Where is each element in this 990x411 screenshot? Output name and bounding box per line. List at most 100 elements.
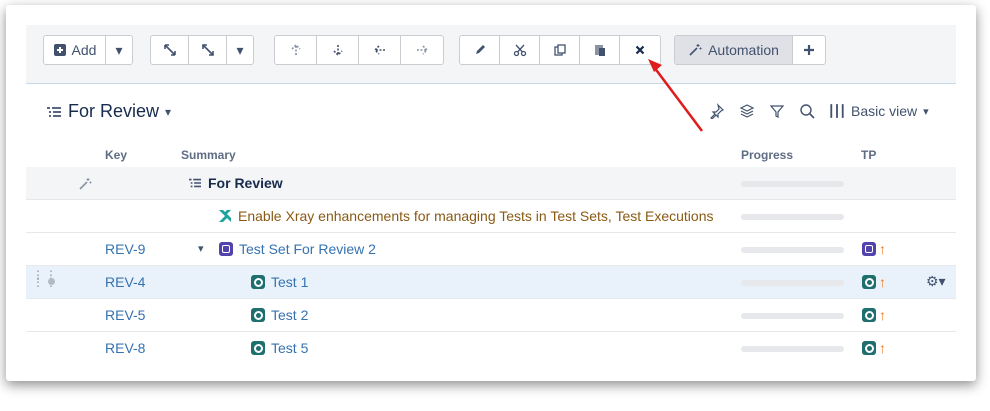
- caret-down-icon: ▾: [236, 41, 244, 58]
- row-summary: Test 1: [251, 274, 308, 290]
- progress-bar: [741, 280, 844, 286]
- plus-icon: [804, 45, 814, 55]
- expand-icon: [163, 44, 176, 56]
- paste-button[interactable]: [580, 36, 620, 64]
- progress-bar: [741, 313, 844, 319]
- tp-cell: ↑: [862, 340, 886, 356]
- view-title-dropdown[interactable]: For Review ▾: [46, 101, 171, 122]
- column-header-progress[interactable]: Progress: [741, 148, 793, 162]
- row-summary-link[interactable]: Test Set For Review 2: [239, 241, 376, 257]
- add-automation-button[interactable]: [793, 36, 825, 64]
- progress-bar: [741, 214, 844, 220]
- progress-bar: [741, 181, 844, 187]
- test-icon: [251, 308, 265, 322]
- table-row-selected[interactable]: ⋮⋮ ⋮⋮ REV-4 Test 1 ↑ ⚙▾: [26, 266, 956, 299]
- plus-square-icon: [53, 44, 66, 56]
- test-set-icon: [219, 242, 233, 256]
- add-label: Add: [71, 42, 97, 58]
- move-down-button[interactable]: [317, 36, 359, 64]
- edit-button[interactable]: [460, 36, 500, 64]
- test-set-icon: [862, 242, 876, 256]
- structure-icon: [47, 106, 61, 117]
- column-header-summary[interactable]: Summary: [181, 148, 236, 162]
- tp-cell: ↑: [862, 241, 886, 257]
- view-mode-label: Basic view: [851, 103, 918, 119]
- priority-arrow-up-icon: ↑: [879, 340, 886, 356]
- columns-icon: [830, 104, 844, 118]
- copy-icon: [553, 44, 566, 56]
- move-up-button[interactable]: [275, 36, 317, 64]
- table-row[interactable]: REV-5 Test 2 ↑: [26, 299, 956, 332]
- magic-wand-icon: [79, 178, 92, 190]
- row-summary: Test 2: [251, 307, 308, 323]
- row-key-link[interactable]: REV-8: [105, 340, 145, 356]
- test-icon: [862, 341, 876, 355]
- table-row[interactable]: Enable Xray enhancements for managing Te…: [26, 200, 956, 233]
- expand-dropdown-button[interactable]: ▾: [227, 36, 253, 64]
- xray-icon: [219, 210, 231, 222]
- row-summary-link[interactable]: Enable Xray enhancements for managing Te…: [238, 208, 714, 224]
- move-left-button[interactable]: [359, 36, 401, 64]
- row-summary-link[interactable]: Test 1: [271, 274, 308, 290]
- layers-icon[interactable]: [739, 103, 755, 119]
- row-summary: Test Set For Review 2: [219, 241, 376, 257]
- edit-group: [459, 35, 661, 65]
- arrow-up-icon: [290, 43, 301, 55]
- test-icon: [862, 308, 876, 322]
- automation-label: Automation: [708, 42, 779, 58]
- row-key-link[interactable]: REV-4: [105, 274, 145, 290]
- view-tools: Basic view ▾: [709, 103, 929, 119]
- test-icon: [251, 341, 265, 355]
- move-right-button[interactable]: [401, 36, 443, 64]
- test-icon: [251, 275, 265, 289]
- structure-panel: Add ▾ ▾ Automation For Review ▾ Basic vi…: [6, 5, 976, 381]
- arrow-down-icon: [332, 45, 343, 57]
- structure-icon: [189, 178, 201, 188]
- collapse-icon: [201, 44, 214, 56]
- expand-button[interactable]: [151, 36, 189, 64]
- move-group: [274, 35, 444, 65]
- table-row[interactable]: REV-8 Test 5 ↑: [26, 332, 956, 365]
- expand-group: ▾: [150, 35, 254, 65]
- gear-dropdown-icon[interactable]: ⚙▾: [926, 273, 946, 290]
- caret-down-icon: ▾: [923, 105, 929, 118]
- column-header-tp[interactable]: TP: [861, 148, 876, 162]
- row-summary-link[interactable]: Test 2: [271, 307, 308, 323]
- row-summary: Enable Xray enhancements for managing Te…: [218, 208, 714, 224]
- toolbar: Add ▾ ▾ Automation: [26, 25, 956, 84]
- add-button[interactable]: Add: [44, 36, 106, 64]
- row-key-link[interactable]: REV-9: [105, 241, 145, 257]
- copy-button[interactable]: [540, 36, 580, 64]
- table-row[interactable]: REV-9 ▾ Test Set For Review 2 ↑: [26, 233, 956, 266]
- annotation-arrow: [648, 59, 703, 132]
- cut-button[interactable]: [500, 36, 540, 64]
- add-group: Add ▾: [43, 35, 133, 65]
- row-key-link[interactable]: REV-5: [105, 307, 145, 323]
- priority-arrow-up-icon: ↑: [879, 241, 886, 257]
- scissors-icon: [513, 44, 526, 57]
- collapse-button[interactable]: [189, 36, 227, 64]
- tp-cell: ↑: [862, 274, 886, 290]
- arrow-left-icon: [373, 45, 385, 55]
- pencil-icon: [475, 45, 485, 54]
- row-summary: For Review: [188, 175, 283, 191]
- row-summary: Test 5: [251, 340, 308, 356]
- test-icon: [862, 275, 876, 289]
- table-row-group[interactable]: For Review: [26, 167, 956, 200]
- arrow-right-icon: [417, 45, 429, 55]
- row-summary-text: For Review: [208, 175, 283, 191]
- priority-arrow-up-icon: ↑: [879, 307, 886, 323]
- caret-down-icon: ▾: [165, 104, 172, 119]
- caret-down-icon[interactable]: ▾: [198, 242, 204, 255]
- progress-bar: [741, 247, 844, 253]
- progress-bar: [741, 346, 844, 352]
- add-dropdown-button[interactable]: ▾: [106, 36, 132, 64]
- paste-icon: [594, 45, 605, 56]
- view-mode-dropdown[interactable]: Basic view ▾: [829, 103, 929, 119]
- column-header-key[interactable]: Key: [105, 148, 127, 162]
- filter-icon[interactable]: [769, 103, 785, 119]
- search-icon[interactable]: [799, 103, 815, 119]
- priority-arrow-up-icon: ↑: [879, 274, 886, 290]
- row-summary-link[interactable]: Test 5: [271, 340, 308, 356]
- caret-down-icon: ▾: [115, 41, 123, 58]
